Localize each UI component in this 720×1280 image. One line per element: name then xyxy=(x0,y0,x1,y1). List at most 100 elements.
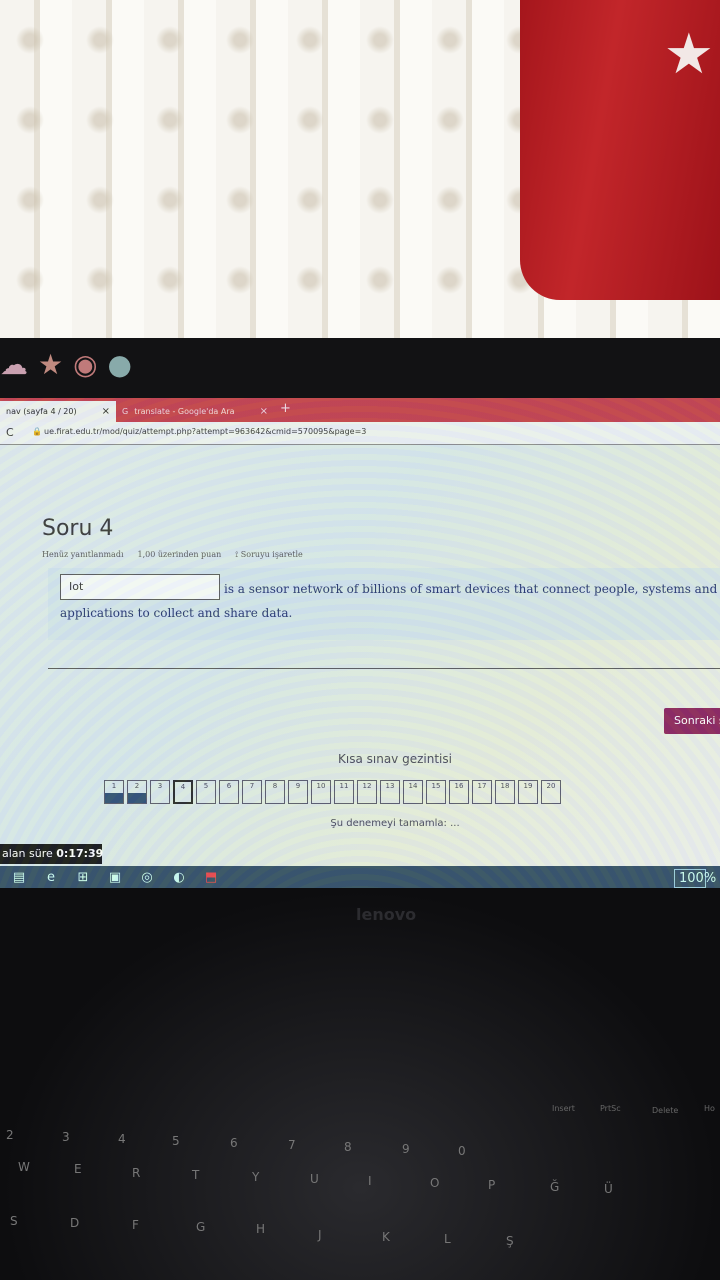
keyboard-key[interactable]: 0 xyxy=(458,1144,466,1158)
quiz-nav-button[interactable]: 8 xyxy=(265,780,285,804)
answer-input[interactable]: Iot xyxy=(60,574,220,600)
keyboard-key[interactable]: J xyxy=(318,1228,322,1242)
keyboard-key[interactable]: L xyxy=(444,1232,451,1246)
quiz-nav-button[interactable]: 3 xyxy=(150,780,170,804)
quiz-nav-button[interactable]: 2 xyxy=(127,780,147,804)
tab-google[interactable]: G translate - Google'da Ara × xyxy=(116,401,274,422)
quiz-nav-button[interactable]: 1 xyxy=(104,780,124,804)
edge-new-icon[interactable]: ◐ xyxy=(168,870,190,885)
flag-question-link[interactable]: ⟟ Soruyu işaretle xyxy=(235,550,303,560)
quiz-nav-number: 13 xyxy=(385,782,395,790)
keyboard-key[interactable]: Ho xyxy=(704,1104,715,1113)
new-tab-button[interactable]: + xyxy=(280,401,291,416)
tab-quiz[interactable]: nav (sayfa 4 / 20) × xyxy=(0,401,116,422)
turkish-flag: ★ xyxy=(520,0,720,300)
quiz-nav-buttons: 1 2 3 4 5 6 7 8 9 10 11 12 13 14 15 16 17 18 19 20 xyxy=(104,780,561,804)
keyboard-key[interactable]: 7 xyxy=(288,1138,296,1152)
keyboard-key[interactable]: O xyxy=(430,1176,439,1190)
quiz-nav-button[interactable]: 9 xyxy=(288,780,308,804)
laptop-keyboard xyxy=(0,888,720,1280)
keyboard-key[interactable]: Insert xyxy=(552,1104,575,1113)
quiz-nav-button[interactable]: 16 xyxy=(449,780,469,804)
quiz-nav-number: 7 xyxy=(249,782,255,790)
address-bar: C 🔒 ue.firat.edu.tr/mod/quiz/attempt.php… xyxy=(0,422,720,445)
quiz-nav-button[interactable]: 6 xyxy=(219,780,239,804)
quiz-nav-number: 2 xyxy=(134,782,140,790)
windows-taskbar: ▤ e ⊞ ▣ ◎ ◐ ⬒ 100% xyxy=(0,866,720,888)
keyboard-key[interactable]: T xyxy=(192,1168,199,1182)
answered-indicator xyxy=(105,793,123,803)
keyboard-key[interactable]: U xyxy=(310,1172,319,1186)
quiz-nav-button[interactable]: 14 xyxy=(403,780,423,804)
quiz-nav-button[interactable]: 12 xyxy=(357,780,377,804)
quiz-nav-button[interactable]: 5 xyxy=(196,780,216,804)
reload-icon[interactable]: C xyxy=(6,426,14,439)
keyboard-key[interactable]: 5 xyxy=(172,1134,180,1148)
quiz-nav-button[interactable]: 11 xyxy=(334,780,354,804)
file-explorer-icon[interactable]: ▤ xyxy=(8,870,30,885)
keyboard-key[interactable]: 4 xyxy=(118,1132,126,1146)
keyboard-key[interactable]: K xyxy=(382,1230,390,1244)
keyboard-key[interactable]: D xyxy=(70,1216,79,1230)
url-input[interactable]: ue.firat.edu.tr/mod/quiz/attempt.php?att… xyxy=(44,427,366,436)
question-text-line2: applications to collect and share data. xyxy=(60,606,293,620)
keyboard-key[interactable]: 8 xyxy=(344,1140,352,1154)
keyboard-key[interactable]: G xyxy=(196,1220,205,1234)
keyboard-key[interactable]: W xyxy=(18,1160,30,1174)
quiz-nav-button[interactable]: 18 xyxy=(495,780,515,804)
keyboard-key[interactable]: H xyxy=(256,1222,265,1236)
quiz-nav-number: 20 xyxy=(546,782,556,790)
keyboard-key[interactable]: I xyxy=(368,1174,372,1188)
sticker-icon: ☁ xyxy=(0,348,28,381)
close-icon[interactable]: × xyxy=(102,406,110,417)
tab-label: translate - Google'da Ara xyxy=(134,407,235,416)
star-icon: ★ xyxy=(663,22,714,87)
quiz-nav-button[interactable]: 17 xyxy=(472,780,492,804)
timer-label: alan süre xyxy=(2,847,53,860)
keyboard-key[interactable]: 2 xyxy=(6,1128,14,1142)
quiz-nav-button[interactable]: 4 xyxy=(173,780,193,804)
quiz-nav-number: 15 xyxy=(431,782,441,790)
finish-attempt-link[interactable]: Şu denemeyi tamamla: ... xyxy=(0,818,720,829)
keyboard-key[interactable]: P xyxy=(488,1178,495,1192)
quiz-nav-button[interactable]: 19 xyxy=(518,780,538,804)
browser-tabbar: nav (sayfa 4 / 20) × G translate - Googl… xyxy=(0,398,720,422)
divider xyxy=(48,668,720,669)
question-status: Henüz yanıtlanmadı xyxy=(42,550,124,559)
lock-icon[interactable]: 🔒 xyxy=(32,427,42,436)
question-text-line1: is a sensor network of billions of smart… xyxy=(224,582,720,596)
keyboard-key[interactable]: 9 xyxy=(402,1142,410,1156)
keyboard-key[interactable]: Ü xyxy=(604,1182,613,1196)
keyboard-key[interactable]: Ğ xyxy=(550,1180,559,1194)
edge-icon[interactable]: e xyxy=(40,870,62,885)
keyboard-key[interactable]: Delete xyxy=(652,1106,678,1115)
chrome-icon[interactable]: ◎ xyxy=(136,870,158,885)
quiz-nav-number: 1 xyxy=(111,782,117,790)
flag-label: Soruyu işaretle xyxy=(240,550,303,559)
quiz-nav-number: 18 xyxy=(500,782,510,790)
keyboard-key[interactable]: 3 xyxy=(62,1130,70,1144)
keyboard-key[interactable]: 6 xyxy=(230,1136,238,1150)
next-page-button[interactable]: Sonraki s xyxy=(664,708,720,734)
star-sticker-icon: ★ xyxy=(38,348,64,381)
keyboard-key[interactable]: Ş xyxy=(506,1234,514,1248)
quiz-nav-button[interactable]: 7 xyxy=(242,780,262,804)
quiz-nav-number: 6 xyxy=(226,782,232,790)
keyboard-key[interactable]: S xyxy=(10,1214,18,1228)
quiz-nav-button[interactable]: 15 xyxy=(426,780,446,804)
quiz-nav-button[interactable]: 13 xyxy=(380,780,400,804)
store-icon[interactable]: ⊞ xyxy=(72,870,94,885)
keyboard-key[interactable]: E xyxy=(74,1162,82,1176)
google-icon: G xyxy=(122,407,129,416)
donut-sticker-icon: ◉ xyxy=(73,348,98,381)
keyboard-key[interactable]: PrtSc xyxy=(600,1104,621,1113)
battery-indicator[interactable]: 100% xyxy=(674,869,716,888)
quiz-nav-button[interactable]: 10 xyxy=(311,780,331,804)
keyboard-key[interactable]: Y xyxy=(252,1170,259,1184)
close-icon[interactable]: × xyxy=(260,406,268,417)
quiz-nav-button[interactable]: 20 xyxy=(541,780,561,804)
keyboard-key[interactable]: F xyxy=(132,1218,139,1232)
pdf-icon[interactable]: ⬒ xyxy=(200,870,222,885)
app-icon[interactable]: ▣ xyxy=(104,870,126,885)
keyboard-key[interactable]: R xyxy=(132,1166,140,1180)
